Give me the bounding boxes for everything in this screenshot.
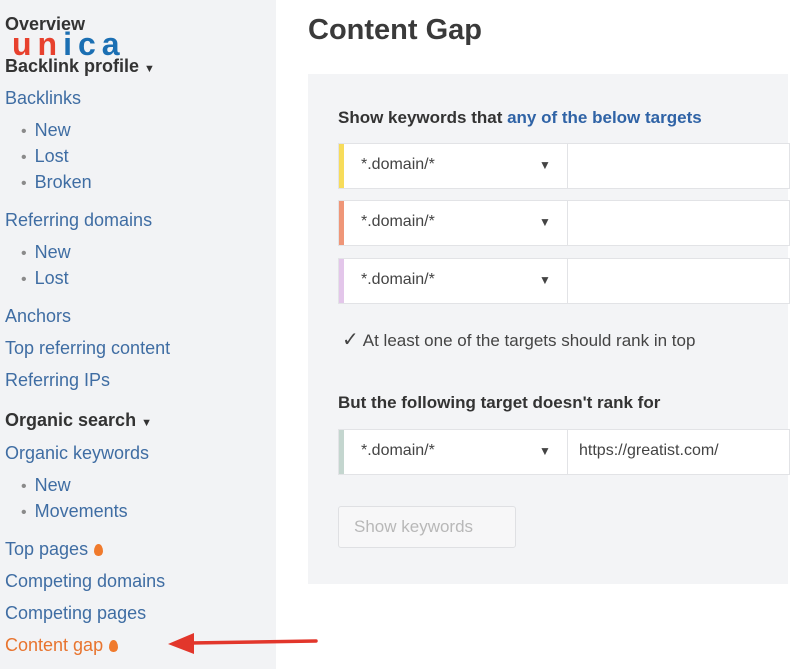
caret-down-icon: ▼: [141, 417, 152, 429]
caret-down-icon: ▼: [144, 63, 155, 75]
sidebar-item-organic-search[interactable]: Organic search ▼: [5, 410, 152, 431]
exclude-target-input[interactable]: https://greatist.com/: [579, 442, 719, 460]
page-title: Content Gap: [308, 14, 482, 46]
sidebar-item-content-gap[interactable]: Content gap: [5, 635, 119, 656]
target-mode-select[interactable]: *.domain/*: [361, 442, 435, 460]
target-mode-select[interactable]: *.domain/*: [361, 213, 435, 231]
sidebar: Overview unica Backlink profile ▼ Backlin…: [0, 0, 276, 669]
sidebar-item-refdomains-new[interactable]: • New: [21, 242, 71, 263]
sidebar-item-referring-domains[interactable]: Referring domains: [5, 210, 152, 231]
row-divider: [567, 144, 568, 188]
bullet-icon: •: [21, 123, 27, 140]
target-color-bar: [339, 259, 344, 303]
target-row-2: *.domain/* ▼: [338, 200, 790, 246]
sidebar-item-competing-pages[interactable]: Competing pages: [5, 603, 146, 624]
exclude-target-row: *.domain/* ▼ https://greatist.com/: [338, 429, 790, 475]
show-keywords-label: Show keywords that any of the below targ…: [338, 108, 702, 127]
sidebar-item-orgkw-new[interactable]: • New: [21, 475, 71, 496]
dropdown-caret-icon[interactable]: ▼: [539, 215, 551, 229]
fire-icon: [94, 544, 104, 556]
sidebar-item-backlinks-broken[interactable]: • Broken: [21, 172, 92, 193]
dropdown-caret-icon[interactable]: ▼: [539, 273, 551, 287]
bullet-icon: •: [21, 478, 27, 495]
checkmark-icon: ✓: [342, 329, 359, 351]
sidebar-item-backlinks-new[interactable]: • New: [21, 120, 71, 141]
row-divider: [567, 201, 568, 245]
bullet-icon: •: [21, 504, 27, 521]
bullet-icon: •: [21, 271, 27, 288]
show-keywords-button[interactable]: Show keywords: [338, 506, 516, 548]
targets-mode-dropdown[interactable]: any of the below targets: [507, 108, 702, 127]
row-divider: [567, 430, 568, 474]
target-mode-select[interactable]: *.domain/*: [361, 271, 435, 289]
dropdown-caret-icon[interactable]: ▼: [539, 444, 551, 458]
target-color-bar: [339, 430, 344, 474]
sidebar-item-top-pages[interactable]: Top pages: [5, 539, 104, 560]
sidebar-item-refdomains-lost[interactable]: • Lost: [21, 268, 69, 289]
sidebar-item-anchors[interactable]: Anchors: [5, 306, 71, 327]
sidebar-item-top-referring-content[interactable]: Top referring content: [5, 338, 170, 359]
bullet-icon: •: [21, 149, 27, 166]
sidebar-item-organic-keywords[interactable]: Organic keywords: [5, 443, 149, 464]
target-row-3: *.domain/* ▼: [338, 258, 790, 304]
fire-icon: [109, 640, 119, 652]
target-color-bar: [339, 201, 344, 245]
sidebar-item-referring-ips[interactable]: Referring IPs: [5, 370, 110, 391]
red-arrow-icon: [168, 633, 318, 654]
bullet-icon: •: [21, 245, 27, 262]
rank-checkbox[interactable]: ✓ At least one of the targets should rank…: [342, 327, 695, 352]
sidebar-item-backlinks[interactable]: Backlinks: [5, 88, 81, 109]
bullet-icon: •: [21, 175, 27, 192]
sidebar-item-backlink-profile[interactable]: Backlink profile ▼: [5, 56, 155, 77]
sidebar-item-competing-domains[interactable]: Competing domains: [5, 571, 165, 592]
sidebar-item-orgkw-movements[interactable]: • Movements: [21, 501, 128, 522]
target-color-bar: [339, 144, 344, 188]
row-divider: [567, 259, 568, 303]
dropdown-caret-icon[interactable]: ▼: [539, 158, 551, 172]
sidebar-item-backlinks-lost[interactable]: • Lost: [21, 146, 69, 167]
exclude-target-label: But the following target doesn't rank fo…: [338, 393, 661, 412]
target-row-1: *.domain/* ▼: [338, 143, 790, 189]
target-mode-select[interactable]: *.domain/*: [361, 156, 435, 174]
